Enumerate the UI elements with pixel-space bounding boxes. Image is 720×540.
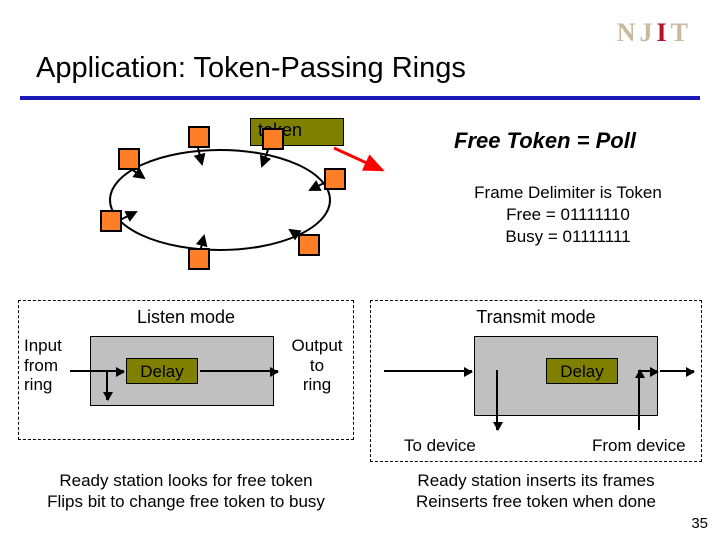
station-node <box>324 168 346 190</box>
arrow <box>496 370 498 430</box>
arrow <box>638 370 658 372</box>
page-title: Application: Token-Passing Rings <box>36 52 466 85</box>
from-device-label: From device <box>592 436 686 456</box>
output-to-ring-label: Output to ring <box>282 336 352 395</box>
station-node <box>118 148 140 170</box>
free-token-heading: Free Token = Poll <box>454 128 636 154</box>
transmit-delay-box: Delay <box>546 358 618 384</box>
input-from-ring-label: Input from ring <box>24 336 84 395</box>
title-rule <box>20 96 700 100</box>
station-node <box>100 210 122 232</box>
listen-caption: Ready station looks for free token Flips… <box>18 470 354 513</box>
frame-delimiter-text: Frame Delimiter is Token Free = 01111110… <box>448 182 688 248</box>
arrow <box>638 370 640 430</box>
transmit-caption: Ready station inserts its frames Reinser… <box>370 470 702 513</box>
fd-line3: Busy = 01111111 <box>505 227 630 246</box>
arrow <box>200 370 278 372</box>
ring-diagram <box>80 120 360 280</box>
station-node <box>188 126 210 148</box>
arrow <box>384 370 472 372</box>
transmit-mode-title: Transmit mode <box>371 307 701 328</box>
arrow <box>106 370 108 400</box>
listen-mode-title: Listen mode <box>19 307 353 328</box>
arrow <box>70 370 124 372</box>
station-node <box>298 234 320 256</box>
logo: NJIT <box>617 18 692 48</box>
ring-ellipse <box>80 120 360 280</box>
fd-line2: Free = 01111110 <box>506 205 630 224</box>
station-node <box>262 128 284 150</box>
fd-line1: Frame Delimiter is Token <box>474 183 662 202</box>
page-number: 35 <box>691 515 708 532</box>
station-node <box>188 248 210 270</box>
arrow <box>660 370 694 372</box>
to-device-label: To device <box>404 436 476 456</box>
listen-delay-box: Delay <box>126 358 198 384</box>
